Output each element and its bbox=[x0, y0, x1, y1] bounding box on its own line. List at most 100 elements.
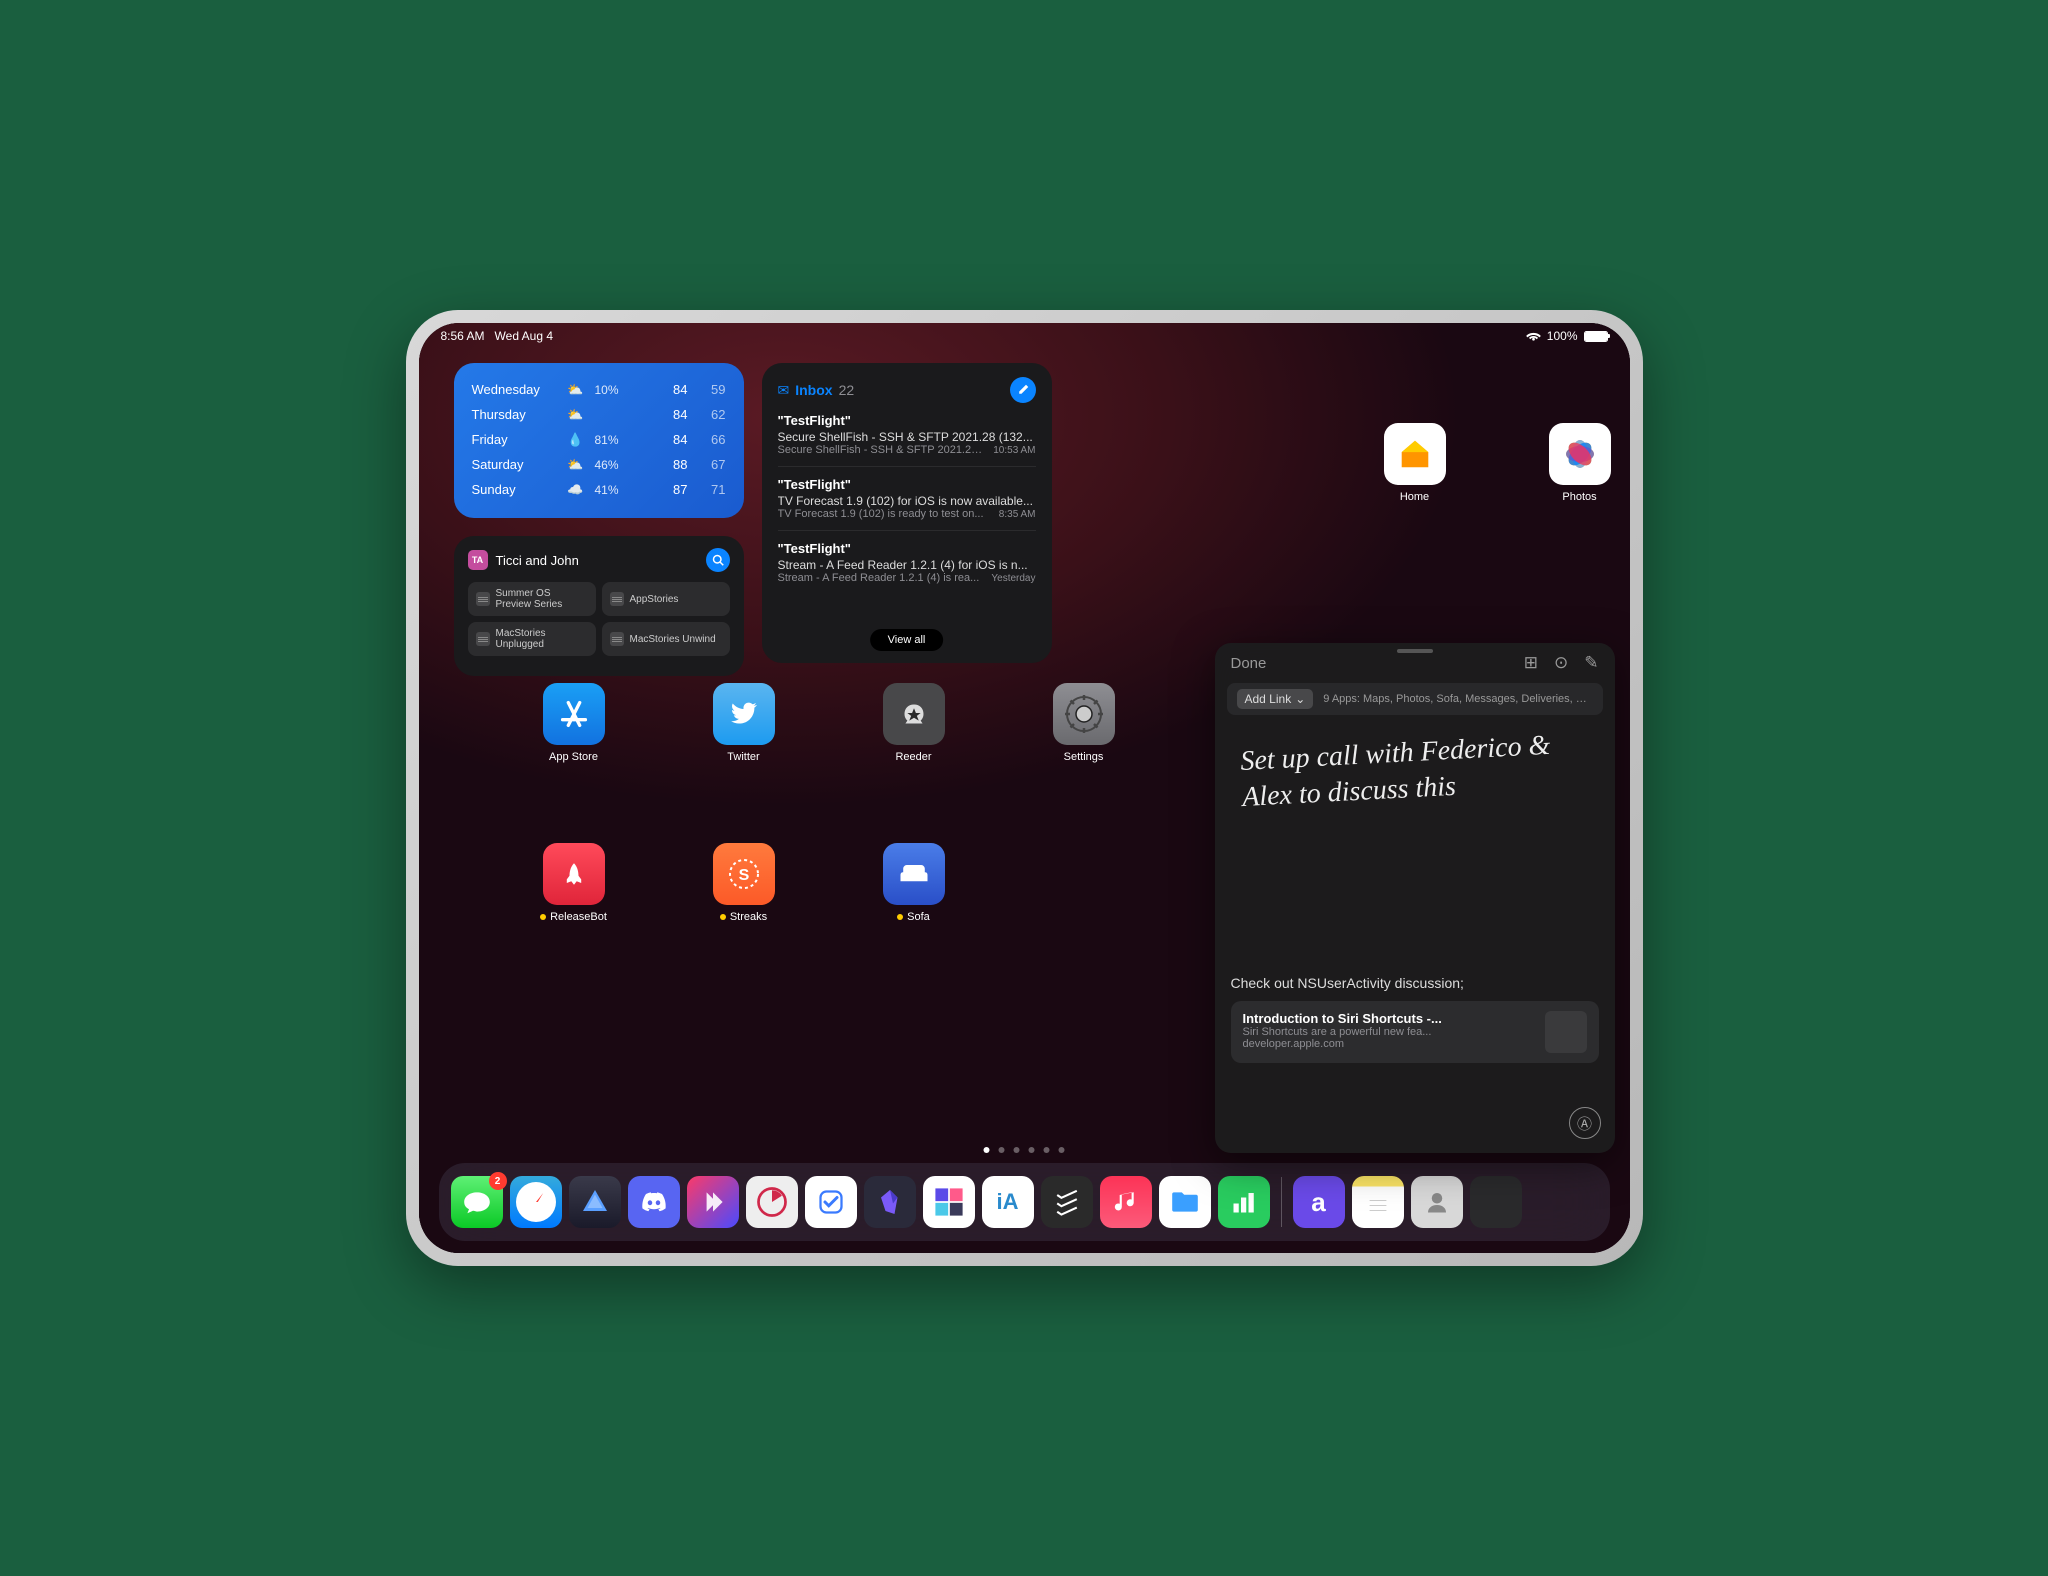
dock-app-files[interactable] bbox=[1159, 1176, 1211, 1228]
done-button[interactable]: Done bbox=[1231, 655, 1267, 672]
weather-row: Saturday⛅46%8867 bbox=[472, 452, 726, 477]
search-icon[interactable] bbox=[706, 548, 730, 572]
streaks-icon: S bbox=[713, 843, 775, 905]
mail-title: Inbox bbox=[795, 382, 832, 398]
chevron-down-icon: ⌄ bbox=[1295, 692, 1305, 706]
mail-item[interactable]: "TestFlight"Secure ShellFish - SSH & SFT… bbox=[778, 413, 1036, 467]
notification-dot bbox=[540, 914, 546, 920]
page-dot bbox=[1029, 1147, 1035, 1153]
page-dot bbox=[1014, 1147, 1020, 1153]
widgets-area: Wednesday⛅10%8459Thursday⛅8462Friday💧81%… bbox=[454, 363, 1595, 676]
svg-text:S: S bbox=[738, 867, 749, 884]
note-item[interactable]: MacStories Unwind bbox=[602, 622, 730, 656]
dock-app-messages[interactable]: 2 bbox=[451, 1176, 503, 1228]
app-grid-topright: Home Photos bbox=[1380, 423, 1615, 503]
dock-divider bbox=[1281, 1177, 1282, 1227]
dock-app-craft[interactable] bbox=[923, 1176, 975, 1228]
compose-icon[interactable] bbox=[1010, 377, 1036, 403]
ipad-device: 8:56 AM Wed Aug 4 100% Wednesday⛅10%8459… bbox=[406, 310, 1643, 1266]
photos-icon bbox=[1549, 423, 1611, 485]
link-title: Introduction to Siri Shortcuts -... bbox=[1243, 1011, 1535, 1026]
dock-app-library[interactable] bbox=[1470, 1176, 1522, 1228]
app-streaks[interactable]: S Streaks bbox=[709, 843, 779, 923]
notification-dot bbox=[720, 914, 726, 920]
app-grid-row3: ReleaseBot S Streaks Sofa bbox=[539, 843, 949, 923]
dock-app-obsidian[interactable] bbox=[864, 1176, 916, 1228]
ipad-screen: 8:56 AM Wed Aug 4 100% Wednesday⛅10%8459… bbox=[419, 323, 1630, 1253]
status-bar: 8:56 AM Wed Aug 4 100% bbox=[419, 323, 1630, 349]
notes-avatar: TA bbox=[468, 550, 488, 570]
reeder-icon bbox=[883, 683, 945, 745]
battery-percent: 100% bbox=[1547, 329, 1578, 343]
releasebot-icon bbox=[543, 843, 605, 905]
sofa-icon bbox=[883, 843, 945, 905]
wifi-icon bbox=[1526, 331, 1541, 342]
app-sofa[interactable]: Sofa bbox=[879, 843, 949, 923]
compose-icon[interactable]: ✎ bbox=[1584, 653, 1598, 673]
status-time: 8:56 AM bbox=[441, 329, 485, 343]
mail-item[interactable]: "TestFlight"Stream - A Feed Reader 1.2.1… bbox=[778, 541, 1036, 594]
dock-app-music[interactable] bbox=[1100, 1176, 1152, 1228]
dock-app-numbers[interactable] bbox=[1218, 1176, 1270, 1228]
grid-icon[interactable]: ⊞ bbox=[1524, 653, 1538, 673]
page-dot bbox=[1059, 1147, 1065, 1153]
twitter-icon bbox=[713, 683, 775, 745]
weather-row: Friday💧81%8466 bbox=[472, 427, 726, 452]
app-grid-row2: App Store Twitter Reeder Settings bbox=[539, 683, 1119, 763]
dock-app-iawriter[interactable]: iA bbox=[982, 1176, 1034, 1228]
mail-viewall-button[interactable]: View all bbox=[870, 629, 944, 651]
battery-icon bbox=[1584, 331, 1608, 342]
quicknote-apps-text: 9 Apps: Maps, Photos, Sofa, Messages, De… bbox=[1323, 693, 1592, 705]
mail-count: 22 bbox=[839, 382, 855, 398]
envelope-icon: ✉ bbox=[778, 382, 790, 399]
app-twitter[interactable]: Twitter bbox=[709, 683, 779, 763]
app-reeder[interactable]: Reeder bbox=[879, 683, 949, 763]
home-icon bbox=[1384, 423, 1446, 485]
app-releasebot[interactable]: ReleaseBot bbox=[539, 843, 609, 923]
notes-widget-title: Ticci and John bbox=[496, 553, 698, 568]
notes-widget[interactable]: TA Ticci and John Summer OS Preview Seri… bbox=[454, 536, 744, 676]
mail-item[interactable]: "TestFlight"TV Forecast 1.9 (102) for iO… bbox=[778, 477, 1036, 531]
page-dot bbox=[984, 1147, 990, 1153]
dock-app-recent2[interactable] bbox=[1411, 1176, 1463, 1228]
app-photos[interactable]: Photos bbox=[1545, 423, 1615, 503]
quick-note-panel[interactable]: Done ⊞ ⊙ ✎ Add Link ⌄ 9 Apps: Maps, Phot… bbox=[1215, 643, 1615, 1153]
dock: 2 iA a bbox=[439, 1163, 1610, 1241]
note-item[interactable]: Summer OS Preview Series bbox=[468, 582, 596, 616]
dock-app-todoist[interactable] bbox=[1041, 1176, 1093, 1228]
app-appstore[interactable]: App Store bbox=[539, 683, 609, 763]
weather-widget[interactable]: Wednesday⛅10%8459Thursday⛅8462Friday💧81%… bbox=[454, 363, 744, 518]
messages-badge: 2 bbox=[489, 1172, 507, 1190]
weather-row: Sunday☁️41%8771 bbox=[472, 477, 726, 502]
markup-button[interactable]: Ⓐ bbox=[1569, 1107, 1601, 1139]
status-left: 8:56 AM Wed Aug 4 bbox=[441, 329, 554, 343]
dock-app-things[interactable] bbox=[805, 1176, 857, 1228]
dock-app-timer[interactable] bbox=[746, 1176, 798, 1228]
notification-dot bbox=[897, 914, 903, 920]
app-home[interactable]: Home bbox=[1380, 423, 1450, 503]
handwriting-area[interactable]: Set up call with Federico & Alex to disc… bbox=[1215, 705, 1615, 986]
dock-app-safari[interactable] bbox=[510, 1176, 562, 1228]
note-item[interactable]: AppStories bbox=[602, 582, 730, 616]
page-dot bbox=[999, 1147, 1005, 1153]
add-link-button[interactable]: Add Link ⌄ bbox=[1237, 689, 1314, 709]
page-indicator[interactable] bbox=[984, 1147, 1065, 1153]
dock-app-discord[interactable] bbox=[628, 1176, 680, 1228]
settings-icon bbox=[1053, 683, 1115, 745]
appstore-icon bbox=[543, 683, 605, 745]
dock-app-mail[interactable] bbox=[569, 1176, 621, 1228]
link-url: developer.apple.com bbox=[1243, 1038, 1535, 1050]
weather-row: Thursday⛅8462 bbox=[472, 402, 726, 427]
weather-row: Wednesday⛅10%8459 bbox=[472, 377, 726, 402]
more-icon[interactable]: ⊙ bbox=[1554, 653, 1568, 673]
app-settings[interactable]: Settings bbox=[1049, 683, 1119, 763]
page-dot bbox=[1044, 1147, 1050, 1153]
link-preview[interactable]: Introduction to Siri Shortcuts -... Siri… bbox=[1231, 1001, 1599, 1063]
dock-app-shortcuts[interactable] bbox=[687, 1176, 739, 1228]
note-item[interactable]: MacStories Unplugged bbox=[468, 622, 596, 656]
grabber-handle[interactable] bbox=[1397, 649, 1433, 653]
mail-widget[interactable]: ✉ Inbox 22 "TestFlight"Secure ShellFish … bbox=[762, 363, 1052, 663]
apple-logo-icon bbox=[1545, 1011, 1587, 1053]
dock-app-recent1[interactable]: a bbox=[1293, 1176, 1345, 1228]
dock-app-notes[interactable] bbox=[1352, 1176, 1404, 1228]
